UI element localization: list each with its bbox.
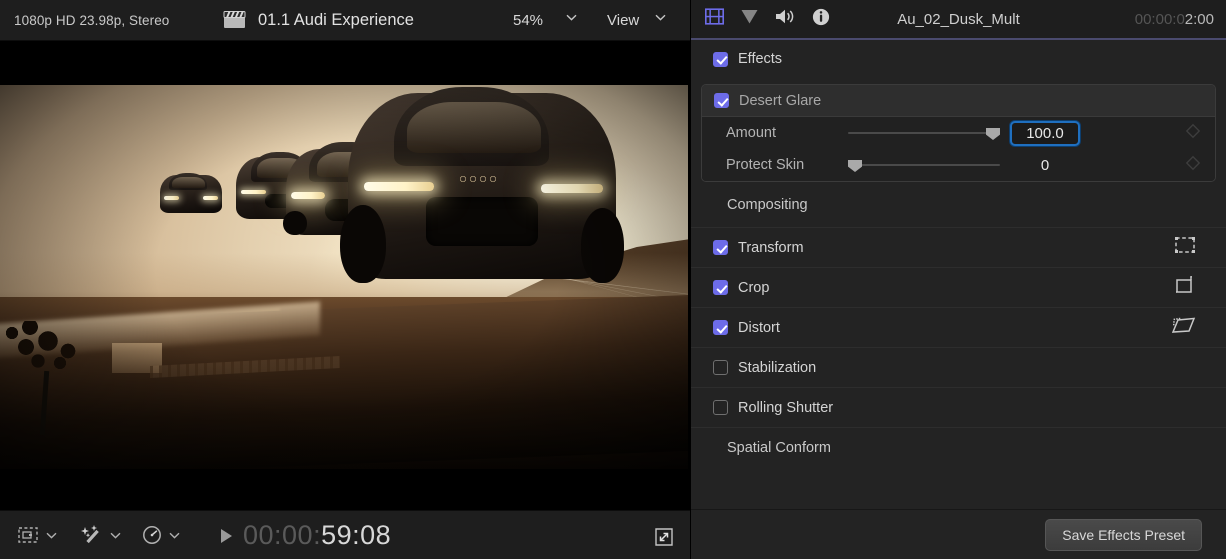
keyframe-diamond-icon[interactable] (1185, 123, 1201, 144)
slider-track (848, 164, 1000, 166)
chevron-down-icon[interactable] (46, 532, 57, 539)
desert-glare-checkbox[interactable] (714, 93, 729, 108)
view-menu-label[interactable]: View (607, 12, 639, 29)
effects-checkbox[interactable] (713, 52, 728, 67)
inspector-footer: Save Effects Preset (691, 509, 1226, 559)
play-icon[interactable] (221, 529, 232, 543)
param-amount-label: Amount (726, 125, 848, 141)
param-amount-slider[interactable] (848, 125, 1000, 141)
viewer-pane: 1080p HD 23.98p, Stereo 01.1 Audi Experi… (0, 0, 690, 559)
viewer-canvas[interactable] (0, 41, 690, 510)
car-hero-audi (348, 93, 616, 279)
timecode-value: 2:00 (1185, 11, 1214, 28)
distort-label: Distort (738, 320, 780, 336)
stabilization-checkbox[interactable] (713, 360, 728, 375)
magic-wand-button[interactable] (80, 524, 121, 546)
timecode-hours-minutes: 00:00: (243, 520, 321, 550)
effects-section-row[interactable]: Effects (691, 40, 1226, 78)
chevron-down-icon[interactable] (169, 532, 180, 539)
slider-thumb[interactable] (986, 128, 1000, 140)
distort-checkbox[interactable] (713, 320, 728, 335)
rolling-shutter-checkbox[interactable] (713, 400, 728, 415)
effect-group-desert-glare: Desert Glare Amount 100.0 Protect Skin (701, 84, 1216, 182)
effects-label: Effects (738, 51, 782, 67)
inspector-content: Effects Desert Glare Amount 100.0 (691, 40, 1226, 509)
compositing-label: Compositing (727, 197, 808, 213)
slider-track (848, 132, 1000, 134)
transform-icon[interactable] (1174, 236, 1196, 259)
param-protect-skin-value-field[interactable]: 0 (1010, 157, 1080, 174)
row-spatial-conform[interactable]: Spatial Conform (691, 428, 1226, 468)
clapperboard-icon (222, 9, 248, 31)
viewer-toolbar: 1080p HD 23.98p, Stereo 01.1 Audi Experi… (0, 0, 690, 41)
crop-checkbox[interactable] (713, 280, 728, 295)
param-amount-row: Amount 100.0 (702, 117, 1215, 149)
crop-label: Crop (738, 280, 769, 296)
slider-thumb[interactable] (848, 160, 862, 172)
chevron-down-icon[interactable] (655, 14, 666, 21)
row-stabilization[interactable]: Stabilization (691, 348, 1226, 388)
transform-label: Transform (738, 240, 804, 256)
compositing-section-row[interactable]: Compositing (691, 182, 1226, 228)
spatial-conform-label: Spatial Conform (727, 440, 831, 456)
transform-tool-button[interactable] (16, 524, 57, 546)
distort-icon[interactable] (1172, 316, 1196, 339)
param-amount-value-field[interactable]: 100.0 (1010, 121, 1080, 146)
clip-format-label: 1080p HD 23.98p, Stereo (14, 13, 169, 28)
desert-glare-header[interactable]: Desert Glare (702, 85, 1215, 117)
param-protect-skin-row: Protect Skin 0 (702, 149, 1215, 181)
final-cut-pro-window: 1080p HD 23.98p, Stereo 01.1 Audi Experi… (0, 0, 1226, 559)
inspector-pane: Au_02_Dusk_Mult 00:00:02:00 Effects Dese… (690, 0, 1226, 559)
retime-speedometer-button[interactable] (141, 524, 180, 546)
viewer-timecode[interactable]: 00:00:59:08 (243, 520, 391, 551)
viewer-transport-bar: 00:00:59:08 (0, 510, 690, 559)
expand-icon[interactable] (654, 527, 674, 552)
param-protect-skin-slider[interactable] (848, 157, 1000, 173)
row-crop[interactable]: Crop (691, 268, 1226, 308)
tree-silhouette (4, 331, 96, 423)
zoom-level-label[interactable]: 54% (513, 12, 543, 29)
row-rolling-shutter[interactable]: Rolling Shutter (691, 388, 1226, 428)
car-4 (160, 175, 222, 213)
save-effects-preset-button[interactable]: Save Effects Preset (1045, 519, 1202, 551)
param-protect-skin-label: Protect Skin (726, 157, 848, 173)
transform-checkbox[interactable] (713, 240, 728, 255)
viewer-clip-title: 01.1 Audi Experience (258, 11, 414, 30)
video-frame (0, 85, 688, 469)
inspector-timecode: 00:00:02:00 (1135, 11, 1214, 28)
row-distort[interactable]: Distort (691, 308, 1226, 348)
keyframe-diamond-icon[interactable] (1185, 155, 1201, 176)
rolling-shutter-label: Rolling Shutter (738, 400, 833, 416)
chevron-down-icon[interactable] (110, 532, 121, 539)
desert-glare-label: Desert Glare (739, 93, 821, 109)
stabilization-label: Stabilization (738, 360, 816, 376)
row-transform[interactable]: Transform (691, 228, 1226, 268)
chevron-down-icon[interactable] (566, 14, 577, 21)
timecode-leading: 00:00:0 (1135, 11, 1185, 28)
crop-icon[interactable] (1174, 275, 1196, 300)
timecode-seconds-frames: 59:08 (321, 520, 391, 550)
inspector-header: Au_02_Dusk_Mult 00:00:02:00 (691, 0, 1226, 40)
